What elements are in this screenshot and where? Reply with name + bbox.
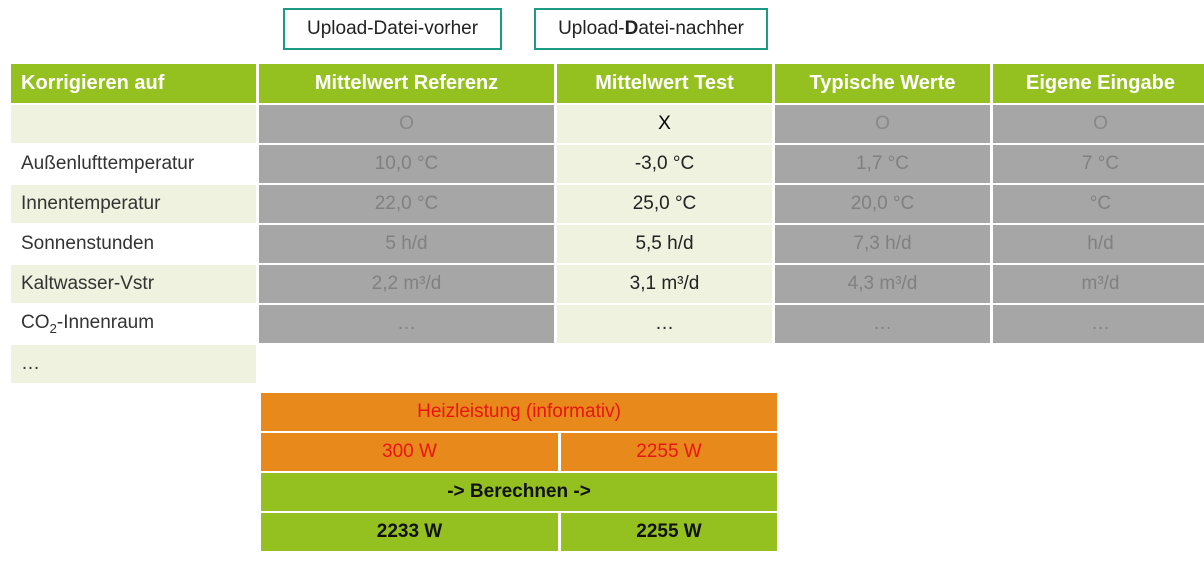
header-test: Mittelwert Test [557,64,772,103]
header-eigene: Eigene Eingabe [993,64,1204,103]
heiz-ref: 300 W [261,433,558,471]
row-label: Außenlufttemperatur [11,145,256,183]
cell-test [557,345,772,383]
radio-test[interactable]: X [557,105,772,143]
upload-nachher-pre: Upload- [558,18,625,39]
heiz-label: Heizleistung (informativ) [261,393,777,431]
header-korrigieren: Korrigieren auf [11,64,256,103]
selector-label [11,105,256,143]
row-label: Sonnenstunden [11,225,256,263]
row-label-co2: CO2-Innenraum [11,305,256,343]
cell-ref: 22,0 °C [259,185,554,223]
table-row: Innentemperatur 22,0 °C 25,0 °C 20,0 °C … [11,185,1204,223]
upload-nachher-post: atei-nachher [638,18,744,39]
cell-ref: 10,0 °C [259,145,554,183]
cell-typ: 4,3 m³/d [775,265,990,303]
upload-vorher-button[interactable]: Upload-Datei-vorher [283,8,502,50]
correction-table: Korrigieren auf Mittelwert Referenz Mitt… [8,62,1204,385]
table-row: Außenlufttemperatur 10,0 °C -3,0 °C 1,7 … [11,145,1204,183]
cell-eig[interactable]: m³/d [993,265,1204,303]
cell-ref [259,345,554,383]
table-row: … [11,345,1204,383]
result-test: 2255 W [561,513,777,551]
cell-typ: 7,3 h/d [775,225,990,263]
cell-ref: … [259,305,554,343]
cell-test: 5,5 h/d [557,225,772,263]
cell-typ: 20,0 °C [775,185,990,223]
cell-eig[interactable]: °C [993,185,1204,223]
table-row: Kaltwasser-Vstr 2,2 m³/d 3,1 m³/d 4,3 m³… [11,265,1204,303]
cell-eig[interactable]: … [993,305,1204,343]
cell-typ: … [775,305,990,343]
header-referenz: Mittelwert Referenz [259,64,554,103]
upload-nachher-bold: D [625,18,639,39]
upload-nachher-button[interactable]: Upload-Datei-nachher [534,8,768,50]
row-label: Kaltwasser-Vstr [11,265,256,303]
header-typisch: Typische Werte [775,64,990,103]
cell-test: -3,0 °C [557,145,772,183]
cell-eig[interactable]: h/d [993,225,1204,263]
radio-eigene[interactable]: O [993,105,1204,143]
cell-test: … [557,305,772,343]
header-row: Korrigieren auf Mittelwert Referenz Mitt… [11,64,1204,103]
table-row: Sonnenstunden 5 h/d 5,5 h/d 7,3 h/d h/d [11,225,1204,263]
cell-test: 3,1 m³/d [557,265,772,303]
cell-test: 25,0 °C [557,185,772,223]
cell-eig [993,345,1204,383]
cell-typ [775,345,990,383]
radio-referenz[interactable]: O [259,105,554,143]
selector-row: O X O O [11,105,1204,143]
cell-eig[interactable]: 7 °C [993,145,1204,183]
row-label: Innentemperatur [11,185,256,223]
table-row: CO2-Innenraum … … … … [11,305,1204,343]
radio-typisch[interactable]: O [775,105,990,143]
cell-typ: 1,7 °C [775,145,990,183]
result-box: Heizleistung (informativ) 300 W 2255 W -… [258,391,780,553]
row-label: … [11,345,256,383]
berechnen-button[interactable]: -> Berechnen -> [261,473,777,511]
cell-ref: 2,2 m³/d [259,265,554,303]
cell-ref: 5 h/d [259,225,554,263]
upload-row: Upload-Datei-vorher Upload-Datei-nachher [8,8,1196,50]
heiz-test: 2255 W [561,433,777,471]
result-ref: 2233 W [261,513,558,551]
